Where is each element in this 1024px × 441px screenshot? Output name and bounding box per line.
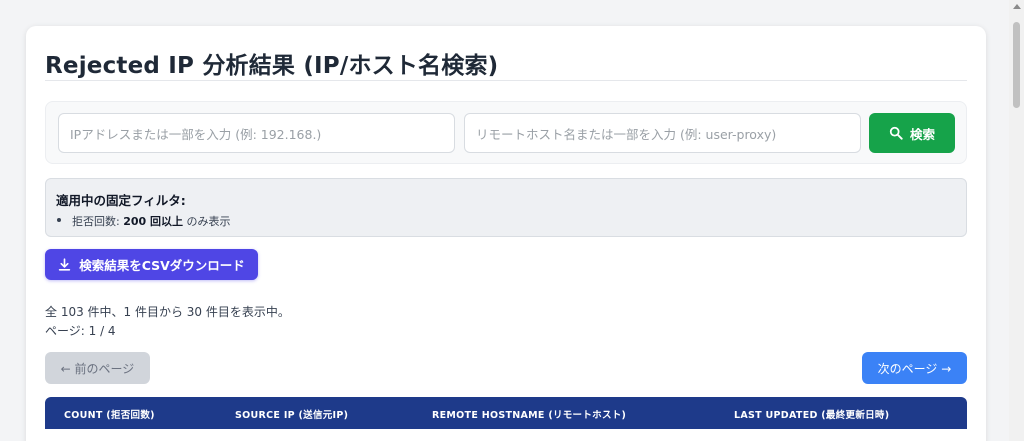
download-icon (59, 258, 71, 271)
ip-search-input[interactable]: IPアドレスまたは一部を入力 (例: 192.168.) (58, 113, 455, 153)
fixed-filter-box: 適用中の固定フィルタ: 拒否回数: 200 回以上 のみ表示 (45, 178, 967, 237)
scroll-up-icon[interactable] (1013, 4, 1021, 9)
csv-download-button[interactable]: 検索結果をCSVダウンロード (45, 249, 258, 280)
search-icon (889, 126, 903, 140)
prev-page-button[interactable]: ← 前のページ (45, 352, 150, 384)
results-card: Rejected IP 分析結果 (IP/ホスト名検索) IPアドレスまたは一部… (26, 26, 986, 441)
scrollbar-thumb[interactable] (1013, 22, 1020, 108)
column-header-source-ip[interactable]: SOURCE IP (送信元IP) (235, 407, 348, 421)
page-scrollbar[interactable] (1009, 0, 1024, 441)
search-button-label: 検索 (909, 126, 935, 142)
title-divider (45, 80, 967, 81)
table-header: COUNT (拒否回数) SOURCE IP (送信元IP) REMOTE HO… (45, 397, 967, 429)
filter-item: 拒否回数: 200 回以上 のみ表示 (57, 213, 231, 229)
column-header-remote-hostname[interactable]: REMOTE HOSTNAME (リモートホスト) (432, 407, 626, 421)
filter-item-suffix: のみ表示 (183, 215, 231, 228)
filter-item-prefix: 拒否回数: (72, 215, 124, 228)
hostname-search-input[interactable]: リモートホスト名または一部を入力 (例: user-proxy) (464, 113, 861, 153)
result-count-text: 全 103 件中、1 件目から 30 件目を表示中。 (45, 305, 290, 319)
filter-item-value: 200 回以上 (123, 215, 183, 228)
page-indicator: ページ: 1 / 4 (45, 324, 116, 338)
filter-title: 適用中の固定フィルタ: (56, 193, 186, 208)
csv-download-label: 検索結果をCSVダウンロード (79, 258, 245, 273)
result-summary: 全 103 件中、1 件目から 30 件目を表示中。 ページ: 1 / 4 (45, 303, 290, 341)
column-header-last-updated[interactable]: LAST UPDATED (最終更新日時) (734, 407, 889, 421)
search-panel: IPアドレスまたは一部を入力 (例: 192.168.) リモートホスト名または… (45, 101, 967, 164)
page-title: Rejected IP 分析結果 (IP/ホスト名検索) (45, 53, 499, 79)
search-button[interactable]: 検索 (869, 113, 955, 153)
column-header-count[interactable]: COUNT (拒否回数) (64, 407, 155, 421)
next-page-button[interactable]: 次のページ → (862, 352, 967, 384)
